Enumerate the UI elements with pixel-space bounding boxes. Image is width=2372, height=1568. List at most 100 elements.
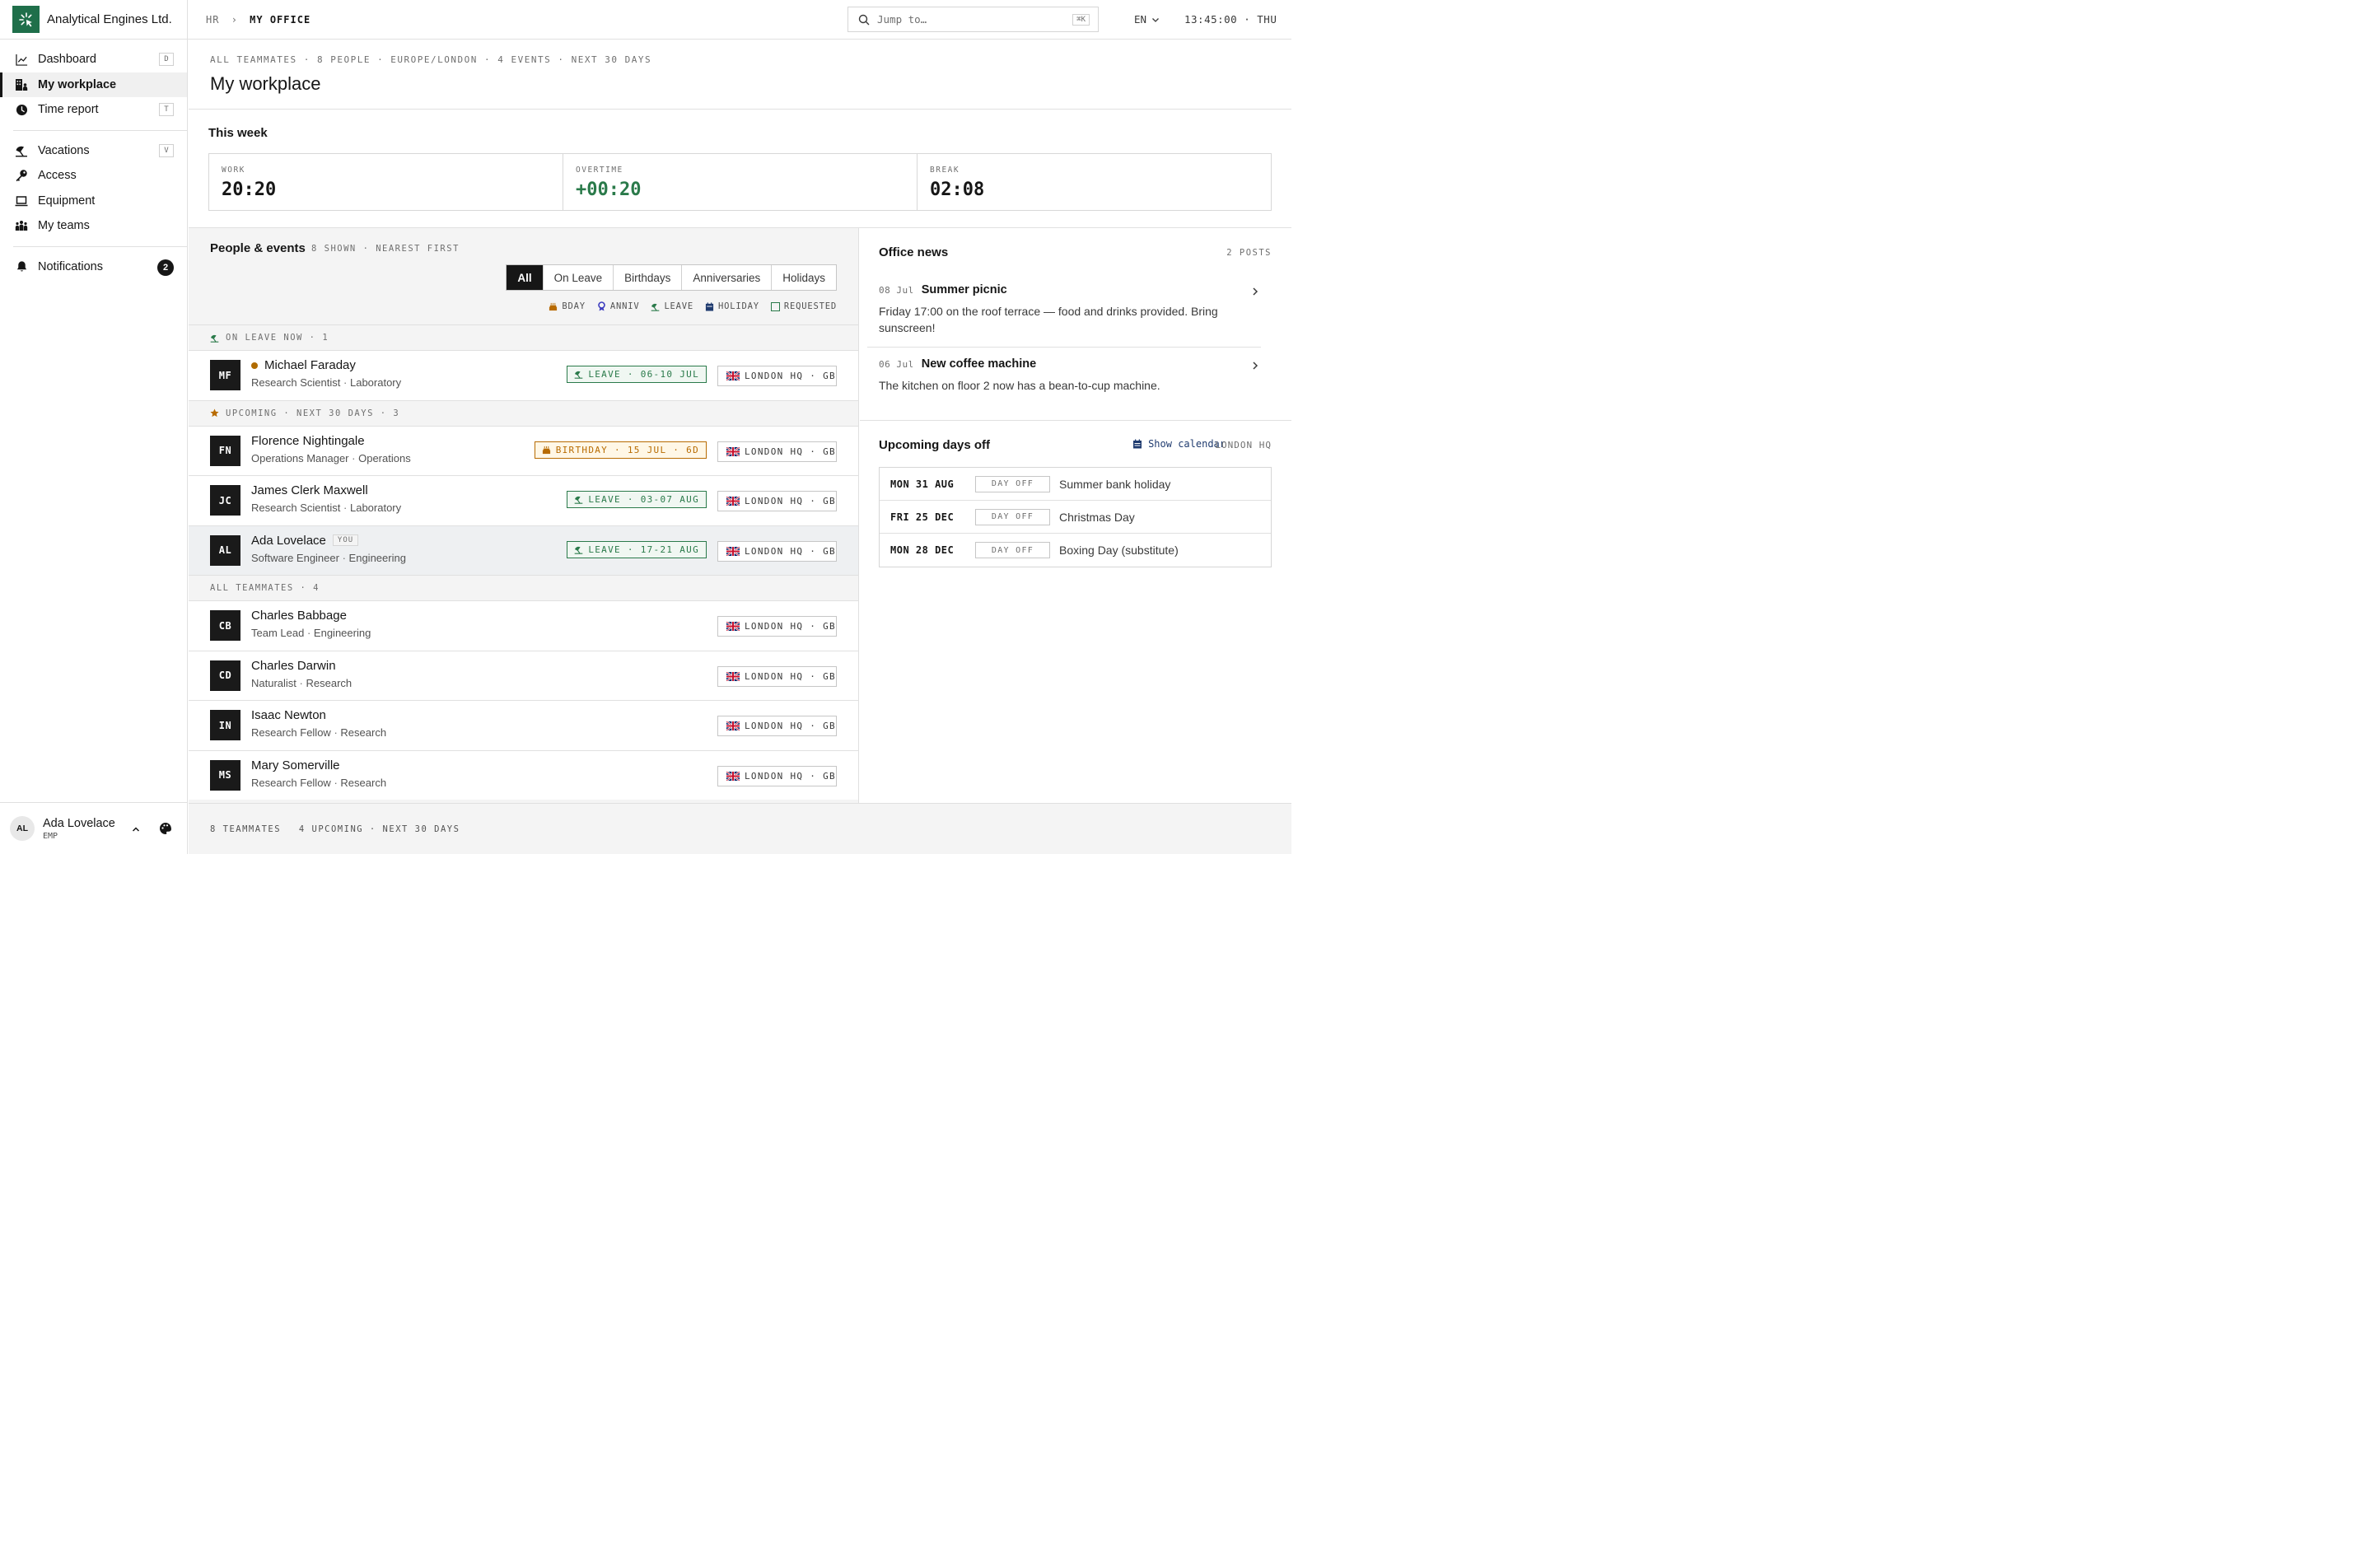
footer-teammates: 8 TEAMMATES bbox=[210, 824, 282, 834]
search-shortcut: ⌘K bbox=[1072, 14, 1090, 26]
leave-tag[interactable]: LEAVE · 17-21 AUG bbox=[567, 540, 707, 558]
person-row[interactable]: MF Michael Faraday Research Scientist · … bbox=[189, 350, 858, 400]
separator: · bbox=[343, 502, 348, 514]
sidebar-item-my-teams[interactable]: My teams bbox=[0, 213, 187, 239]
office-news-panel: Office news 2 POSTS 08 Jul Summer picnic … bbox=[860, 228, 1291, 421]
news-post[interactable]: 08 Jul Summer picnic Friday 17:00 on the … bbox=[879, 282, 1260, 336]
person-row[interactable]: JC James Clerk Maxwell Research Scientis… bbox=[189, 475, 858, 525]
sidebar-item-label: Vacations bbox=[38, 143, 90, 157]
language-select[interactable]: EN bbox=[1134, 13, 1160, 26]
section-label: ALL TEAMMATES · 4 bbox=[210, 583, 320, 593]
chevron-up-icon[interactable] bbox=[131, 824, 141, 837]
person-dept: Research bbox=[340, 776, 387, 789]
sidebar-item-equipment[interactable]: Equipment bbox=[0, 189, 187, 214]
section-upcoming: UPCOMING · NEXT 30 DAYS · 3 bbox=[189, 399, 858, 426]
legend-requested: REQUESTED bbox=[770, 301, 837, 311]
separator: · bbox=[334, 776, 338, 789]
person-name-wrap: Florence Nightingale bbox=[251, 434, 365, 448]
person-title: Operations Manager bbox=[251, 451, 349, 464]
uk-flag-icon bbox=[726, 671, 740, 681]
user-menu[interactable]: AL Ada Lovelace EMP bbox=[0, 802, 187, 854]
sidebar-item-dashboard[interactable]: Dashboard D bbox=[0, 47, 187, 72]
person-name: James Clerk Maxwell bbox=[251, 483, 368, 497]
sidebar-item-access[interactable]: Access bbox=[0, 163, 187, 189]
news-post[interactable]: 06 Jul New coffee machine The kitchen on … bbox=[879, 357, 1260, 394]
status-dot bbox=[251, 362, 258, 369]
calendar-icon bbox=[705, 301, 714, 311]
person-name: Ada Lovelace bbox=[251, 533, 326, 548]
uk-flag-icon bbox=[726, 371, 740, 380]
person-name: Florence Nightingale bbox=[251, 433, 365, 448]
post-date: 08 Jul bbox=[879, 285, 914, 296]
filter-birthdays[interactable]: Birthdays bbox=[614, 265, 683, 290]
filter-holidays[interactable]: Holidays bbox=[772, 265, 836, 290]
week-stats: WORK 20:20 OVERTIME +00:20 BREAK 02:08 bbox=[208, 153, 1272, 211]
breadcrumb-parent[interactable]: HR bbox=[206, 14, 219, 26]
stat-break: BREAK 02:08 bbox=[918, 154, 1271, 210]
separator: · bbox=[306, 627, 311, 639]
person-row[interactable]: IN Isaac Newton Research Fellow · Resear… bbox=[189, 700, 858, 750]
legend-holiday: HOLIDAY bbox=[705, 301, 759, 311]
stat-value: 02:08 bbox=[930, 180, 985, 200]
chevron-right-icon bbox=[1250, 286, 1260, 299]
birthday-tag[interactable]: BIRTHDAY · 15 JUL · 6D bbox=[534, 441, 707, 459]
breadcrumb: HR › MY OFFICE bbox=[206, 14, 311, 26]
sidebar-item-notifications[interactable]: Notifications 2 bbox=[0, 254, 187, 280]
stat-label: OVERTIME bbox=[576, 166, 623, 175]
leave-tag[interactable]: LEAVE · 06-10 JUL bbox=[567, 366, 707, 383]
this-week-panel: This week WORK 20:20 OVERTIME +00:20 BRE… bbox=[189, 110, 1291, 228]
sidebar-item-my-workplace[interactable]: My workplace bbox=[0, 72, 187, 97]
beach-umbrella-icon bbox=[15, 144, 28, 157]
right-column: Office news 2 POSTS 08 Jul Summer picnic … bbox=[860, 228, 1291, 803]
show-calendar-button[interactable]: Show calendar bbox=[1132, 438, 1226, 450]
day-off-row: MON 28 DEC DAY OFF Boxing Day (substitut… bbox=[880, 534, 1271, 567]
avatar: MF bbox=[210, 360, 240, 390]
person-title: Research Scientist bbox=[251, 376, 341, 389]
person-dept: Laboratory bbox=[349, 502, 402, 514]
person-row[interactable]: FN Florence Nightingale Operations Manag… bbox=[189, 425, 858, 475]
person-row[interactable]: CD Charles Darwin Naturalist · Research … bbox=[189, 650, 858, 700]
divider bbox=[13, 245, 187, 247]
person-row[interactable]: CB Charles Babbage Team Lead · Engineeri… bbox=[189, 600, 858, 651]
sidebar-item-vacations[interactable]: Vacations V bbox=[0, 138, 187, 164]
filter-anniversaries[interactable]: Anniversaries bbox=[682, 265, 773, 290]
location-badge: LONDON HQ · GB bbox=[717, 765, 837, 786]
location-badge: LONDON HQ · GB bbox=[717, 441, 837, 462]
beach-umbrella-icon bbox=[651, 302, 660, 311]
person-row[interactable]: MS Mary Somerville Research Fellow · Res… bbox=[189, 749, 858, 800]
legend-label: BDAY bbox=[562, 301, 586, 311]
person-row-current-user[interactable]: AL Ada Lovelace YOU Software Engineer · E… bbox=[189, 525, 858, 575]
location-badge: LONDON HQ · GB bbox=[717, 366, 837, 386]
brand[interactable]: Analytical Engines Ltd. bbox=[0, 0, 187, 40]
building-people-icon bbox=[15, 78, 28, 91]
search-input[interactable]: Jump to… ⌘K bbox=[847, 7, 1099, 32]
location-label: LONDON HQ · GB bbox=[745, 545, 836, 557]
topbar: HR › MY OFFICE Jump to… ⌘K EN 13:45:00 ·… bbox=[188, 0, 1291, 40]
separator: · bbox=[342, 551, 346, 564]
chart-line-icon bbox=[15, 53, 28, 66]
user-name: Ada Lovelace bbox=[43, 816, 115, 830]
stat-value: 20:20 bbox=[222, 180, 277, 200]
post-body: Friday 17:00 on the roof terrace — food … bbox=[879, 305, 1218, 334]
stat-value: +00:20 bbox=[576, 180, 642, 200]
palette-icon[interactable] bbox=[159, 822, 172, 838]
filter-on-leave[interactable]: On Leave bbox=[544, 265, 614, 290]
tag-label: LEAVE · 03-07 AUG bbox=[588, 494, 699, 505]
person-title: Naturalist bbox=[251, 676, 296, 689]
divider bbox=[867, 347, 1261, 348]
person-title: Research Scientist bbox=[251, 502, 341, 514]
location-badge: LONDON HQ · GB bbox=[717, 540, 837, 562]
filter-all[interactable]: All bbox=[507, 265, 544, 290]
day-off-badge: DAY OFF bbox=[975, 508, 1050, 525]
user-role: EMP bbox=[43, 831, 58, 841]
location-badge: LONDON HQ · GB bbox=[717, 491, 837, 511]
avatar: FN bbox=[210, 435, 240, 466]
stat-work: WORK 20:20 bbox=[209, 154, 563, 210]
beach-umbrella-icon bbox=[574, 545, 583, 554]
person-name: Charles Darwin bbox=[251, 658, 336, 673]
sidebar-item-time-report[interactable]: Time report T bbox=[0, 97, 187, 123]
status-footer: 8 TEAMMATES 4 UPCOMING · NEXT 30 DAYS bbox=[189, 803, 1291, 854]
days-off-title: Upcoming days off bbox=[879, 438, 991, 452]
leave-tag[interactable]: LEAVE · 03-07 AUG bbox=[567, 491, 707, 508]
dashed-square-icon bbox=[770, 301, 780, 311]
